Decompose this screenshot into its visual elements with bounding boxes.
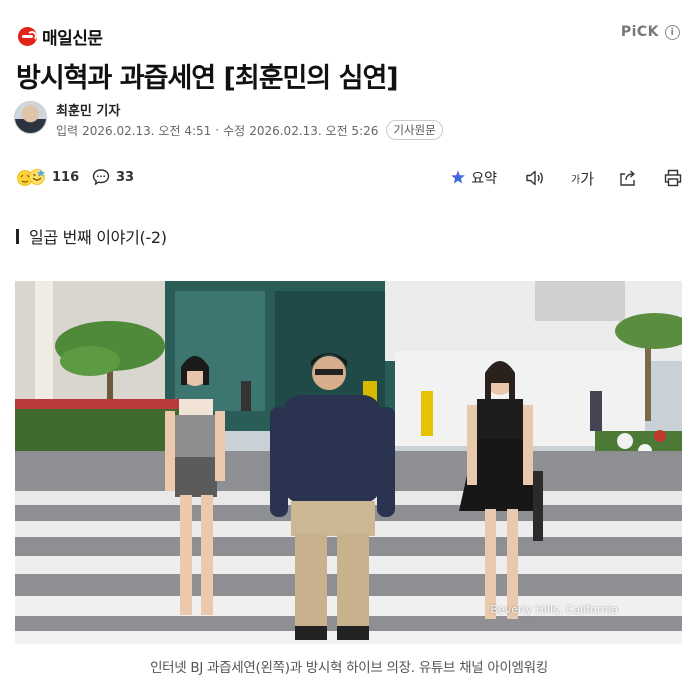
font-size-button[interactable]: 가가 (571, 166, 594, 190)
comment-button[interactable]: 33 (92, 168, 134, 186)
article-photo[interactable]: Beverly Hills, California (15, 281, 682, 644)
print-icon (664, 169, 682, 187)
article-actions: 116 33 요약 가가 (16, 164, 682, 194)
comment-bubble-icon (92, 169, 110, 186)
font-size-large-glyph: 가 (580, 169, 594, 188)
print-button[interactable] (664, 166, 682, 190)
subhead-bar (16, 228, 19, 244)
info-icon[interactable]: i (665, 24, 680, 40)
photo-caption: 인터넷 BJ 과즙세연(왼쪽)과 방시혁 하이브 의장. 유튜브 채널 아이엠워… (150, 660, 548, 676)
photo-watermark: Beverly Hills, California (490, 603, 618, 616)
reaction-button[interactable]: 116 (16, 168, 79, 186)
date-separator: · (215, 123, 220, 137)
text-to-speech-button[interactable] (525, 166, 545, 190)
comment-count: 33 (116, 169, 135, 185)
street-scene-illustration (15, 281, 682, 644)
updated-time: 2026.02.13. 오전 5:26 (249, 123, 379, 138)
article-headline: 방시혁과 과즙세연 [최훈민의 심연] (16, 63, 399, 94)
brand-logo[interactable]: 매일신문 (18, 24, 103, 49)
published-label: 입력 (56, 123, 79, 138)
byline: 최훈민 기자 입력 2026.02.13. 오전 4:51 · 수정 2026.… (14, 100, 684, 140)
reporter-name[interactable]: 최훈민 기자 (56, 100, 120, 119)
article-dates: 입력 2026.02.13. 오전 4:51 · 수정 2026.02.13. … (56, 120, 443, 140)
updated-label: 수정 (223, 123, 246, 138)
top-bar: 매일신문 PiCK i (0, 0, 698, 62)
summary-label: 요약 (471, 171, 497, 187)
original-article-button[interactable]: 기사원문 (386, 120, 443, 140)
reaction-emoji-icon (17, 169, 45, 186)
pick-label: PiCK (620, 24, 659, 40)
share-icon (620, 170, 635, 186)
brand-logo-icon (18, 27, 37, 46)
subhead-text: 일곱 번째 이야기(-2) (29, 228, 167, 247)
brand-name: 매일신문 (42, 29, 103, 49)
reporter-avatar[interactable] (14, 101, 47, 134)
font-size-small-glyph: 가 (570, 174, 581, 186)
published-time: 2026.02.13. 오전 4:51 (82, 123, 212, 138)
reaction-count: 116 (52, 169, 80, 185)
share-button[interactable] (618, 166, 638, 190)
speaker-icon (526, 170, 543, 186)
pick-badge[interactable]: PiCK i (621, 24, 680, 40)
summary-button[interactable]: 요약 (450, 166, 497, 190)
ai-summary-icon (451, 170, 466, 184)
article-subhead: 일곱 번째 이야기(-2) (16, 224, 167, 248)
article-tools: 요약 가가 (450, 166, 682, 190)
